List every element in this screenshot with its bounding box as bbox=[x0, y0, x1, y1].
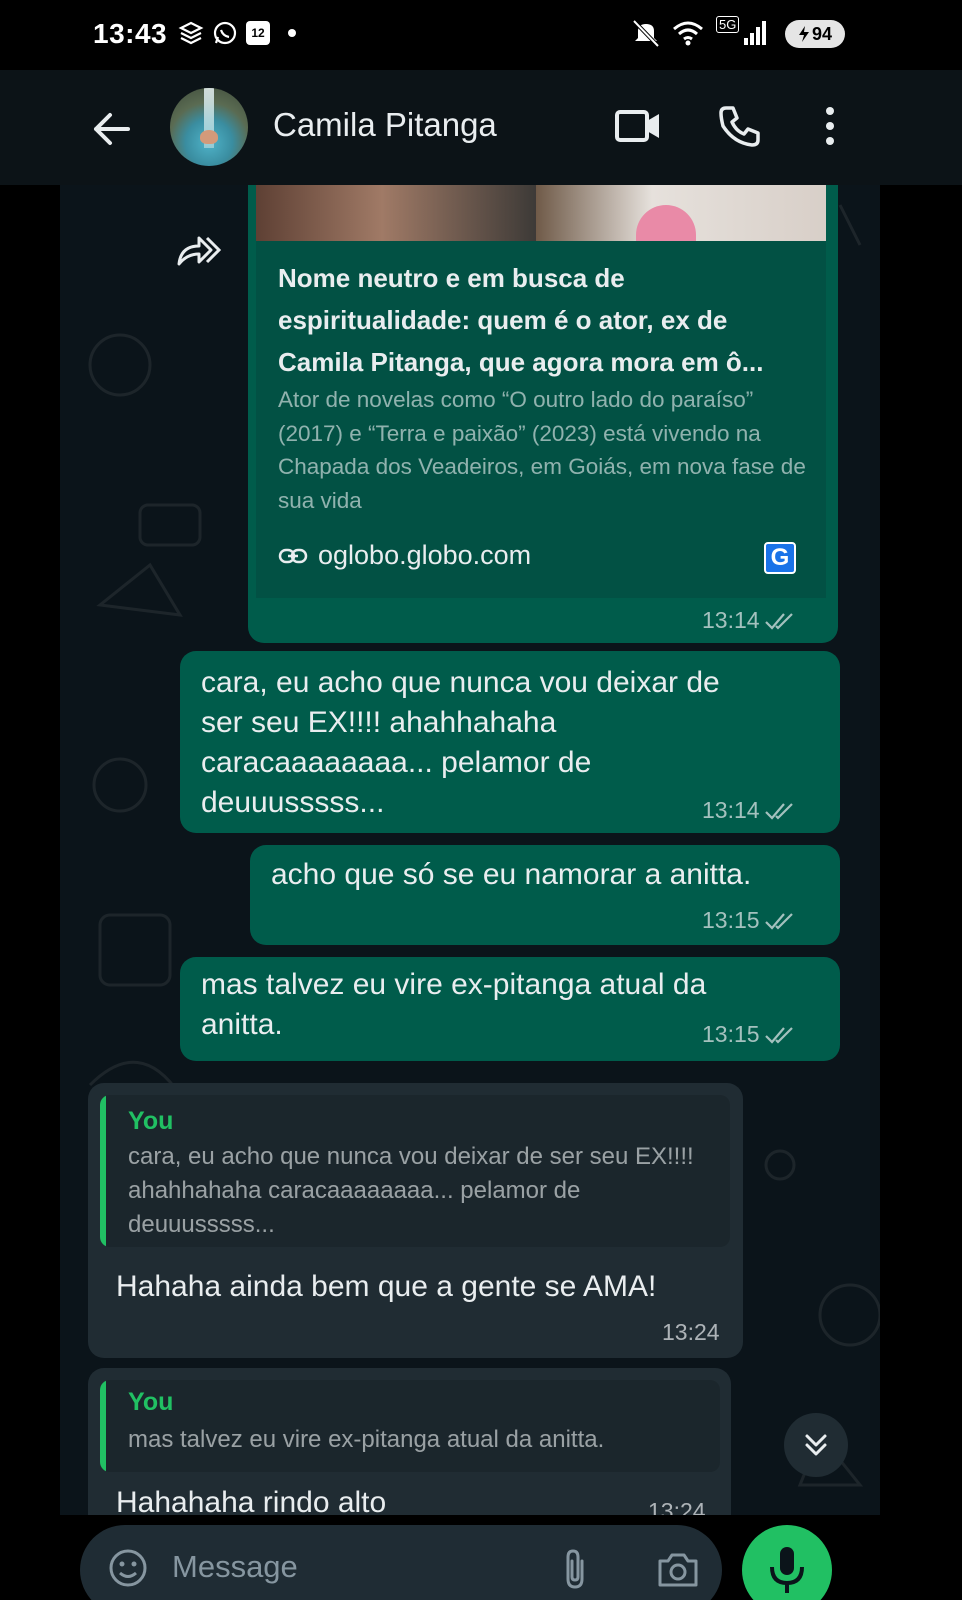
double-check-icon bbox=[764, 1026, 793, 1044]
camera-icon[interactable] bbox=[656, 1549, 700, 1589]
notification-dot-icon bbox=[288, 29, 296, 37]
message-meta: 13:15 bbox=[702, 907, 796, 934]
message-time: 13:15 bbox=[702, 907, 760, 933]
charging-icon bbox=[798, 26, 809, 42]
video-call-icon[interactable] bbox=[614, 106, 662, 146]
mute-icon bbox=[632, 19, 660, 48]
chat-header: Camila Pitanga bbox=[0, 70, 962, 185]
signal-icon bbox=[744, 21, 766, 45]
voice-call-icon[interactable] bbox=[718, 104, 762, 148]
quote-text: mas talvez eu vire ex-pitanga atual da a… bbox=[128, 1426, 605, 1453]
battery-indicator: 94 bbox=[785, 20, 845, 48]
link-preview-title[interactable]: Nome neutro e em busca de espiritualidad… bbox=[278, 257, 818, 383]
chat-area[interactable]: Nome neutro e em busca de espiritualidad… bbox=[60, 185, 880, 1560]
link-icon bbox=[278, 548, 308, 563]
quote-text: cara, eu acho que nunca vou deixar de se… bbox=[128, 1143, 694, 1238]
scroll-to-bottom-button[interactable] bbox=[784, 1413, 848, 1477]
battery-level: 94 bbox=[811, 23, 833, 44]
double-check-icon bbox=[764, 912, 793, 930]
message-text: acho que só se eu namorar a anitta. bbox=[271, 858, 752, 891]
stack-app-icon bbox=[178, 21, 204, 45]
calendar-day: 12 bbox=[251, 26, 265, 40]
message-time: 13:15 bbox=[702, 1021, 760, 1047]
message-input[interactable] bbox=[172, 1545, 532, 1589]
notification-icons: 12 bbox=[178, 20, 296, 46]
message-time: 13:14 bbox=[702, 607, 760, 633]
message-time: 13:24 bbox=[662, 1319, 720, 1345]
link-domain-text: oglobo.globo.com bbox=[318, 540, 532, 570]
calendar-icon: 12 bbox=[246, 21, 270, 45]
message-time: 13:14 bbox=[702, 797, 760, 823]
double-check-icon bbox=[764, 612, 793, 630]
link-preview-image[interactable] bbox=[256, 185, 826, 241]
message-meta: 13:24 bbox=[662, 1319, 720, 1346]
double-check-icon bbox=[764, 802, 793, 820]
more-vert-icon[interactable] bbox=[818, 104, 842, 148]
wifi-icon bbox=[673, 21, 703, 46]
source-badge-icon: G bbox=[764, 542, 796, 574]
message-text: Hahaha ainda bem que a gente se AMA! bbox=[116, 1270, 657, 1303]
network-type: 5G bbox=[716, 16, 740, 33]
forward-icon[interactable] bbox=[175, 230, 223, 270]
message-text: mas talvez eu vire ex-pitanga atual da a… bbox=[201, 968, 707, 1041]
mic-button[interactable] bbox=[742, 1525, 832, 1600]
scroll-down-icon bbox=[805, 1434, 827, 1456]
message-meta: 13:14 bbox=[702, 797, 796, 824]
message-meta: 13:15 bbox=[702, 1021, 796, 1048]
mic-icon bbox=[770, 1547, 804, 1593]
contact-avatar[interactable] bbox=[170, 88, 248, 166]
emoji-icon[interactable] bbox=[108, 1548, 148, 1588]
link-preview-domain[interactable]: oglobo.globo.com bbox=[278, 540, 531, 571]
status-time: 13:43 bbox=[93, 18, 168, 49]
quote-author: You bbox=[128, 1107, 174, 1135]
message-text: cara, eu acho que nunca vou deixar de se… bbox=[201, 666, 720, 819]
link-preview-description: Ator de novelas como “O outro lado do pa… bbox=[278, 387, 806, 513]
composer bbox=[0, 1515, 962, 1600]
message-meta: 13:14 bbox=[702, 607, 796, 634]
attach-icon[interactable] bbox=[560, 1547, 590, 1591]
back-arrow-icon[interactable] bbox=[88, 105, 136, 153]
quote-author: You bbox=[128, 1388, 174, 1416]
contact-name[interactable]: Camila Pitanga bbox=[273, 106, 497, 144]
whatsapp-icon bbox=[213, 21, 237, 45]
status-bar: 13:43 12 5G 94 bbox=[0, 0, 962, 70]
